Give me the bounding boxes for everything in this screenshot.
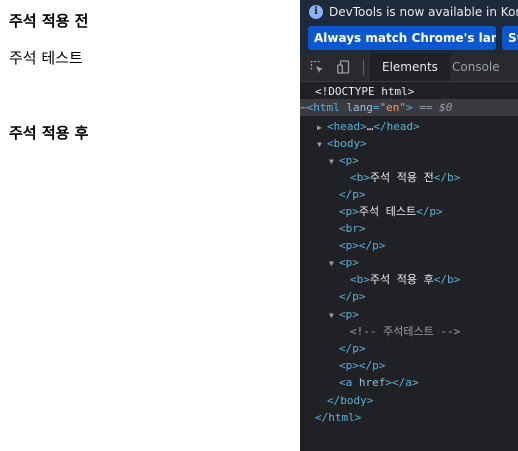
toolbar-divider bbox=[363, 59, 364, 75]
tree-body-close[interactable]: </body> bbox=[327, 392, 518, 409]
tree-p-empty-2[interactable]: <p></p> bbox=[339, 357, 518, 374]
tree-b-2[interactable]: <b>주석 적용 후</b> bbox=[350, 271, 518, 288]
notice-buttons: Always match Chrome's language Sw bbox=[300, 23, 518, 53]
tree-anchor[interactable]: <a href></a> bbox=[339, 374, 518, 391]
heading-before: 주석 적용 전 bbox=[9, 12, 89, 30]
tree-html-close[interactable]: </html> bbox=[315, 409, 518, 426]
tree-p-4-close[interactable]: </p> bbox=[339, 340, 518, 357]
tree-comment[interactable]: <!-- 주석테스트 --> bbox=[350, 323, 518, 340]
collapse-down-icon[interactable]: ▼ bbox=[329, 153, 339, 170]
collapse-down-icon[interactable]: ▼ bbox=[329, 307, 339, 324]
tree-p-2[interactable]: <p>주석 테스트</p> bbox=[339, 203, 518, 220]
tree-doctype[interactable]: <!DOCTYPE html> bbox=[315, 83, 518, 100]
tab-elements[interactable]: Elements bbox=[370, 53, 450, 81]
devtools-tabbar: Elements Console bbox=[300, 53, 518, 82]
tree-br[interactable]: <br> bbox=[339, 220, 518, 237]
info-icon: i bbox=[309, 4, 323, 19]
devtools-panel: i DevTools is now available in Korean! A… bbox=[300, 0, 518, 451]
tree-p-4[interactable]: ▼ <p> bbox=[329, 306, 518, 323]
tree-p-1-close[interactable]: </p> bbox=[339, 186, 518, 203]
match-language-button[interactable]: Always match Chrome's language bbox=[308, 26, 496, 50]
heading-after: 주석 적용 후 bbox=[9, 124, 89, 142]
device-toolbar-icon[interactable] bbox=[337, 60, 351, 74]
expand-right-icon[interactable]: ▶ bbox=[317, 119, 327, 136]
more-icon[interactable]: ⋯ bbox=[300, 101, 307, 114]
tree-p-3-close[interactable]: </p> bbox=[339, 288, 518, 305]
tree-body[interactable]: ▼ <body> bbox=[317, 135, 518, 152]
tree-p-1[interactable]: ▼ <p> bbox=[329, 152, 518, 169]
rendered-page: 주석 적용 전 주석 테스트 주석 적용 후 bbox=[0, 0, 300, 451]
tab-console[interactable]: Console bbox=[440, 53, 512, 81]
collapse-down-icon[interactable]: ▼ bbox=[317, 136, 327, 153]
tree-b-1[interactable]: <b>주석 적용 전</b> bbox=[350, 169, 518, 186]
language-notice: i DevTools is now available in Korean! bbox=[300, 0, 518, 23]
text-line: 주석 테스트 bbox=[9, 49, 83, 67]
tree-head[interactable]: ▶ <head>…</head> bbox=[317, 118, 518, 135]
notice-text: DevTools is now available in Korean! bbox=[329, 4, 518, 19]
switch-language-button[interactable]: Sw bbox=[502, 26, 518, 50]
tree-html[interactable]: ⋯<html lang="en"> == $0 bbox=[300, 99, 518, 116]
dom-tree: <!DOCTYPE html> ⋯<html lang="en"> == $0 … bbox=[300, 81, 518, 451]
inspect-element-icon[interactable] bbox=[310, 60, 324, 74]
tree-p-empty[interactable]: <p></p> bbox=[339, 237, 518, 254]
tree-p-3[interactable]: ▼ <p> bbox=[329, 254, 518, 271]
collapse-down-icon[interactable]: ▼ bbox=[329, 255, 339, 272]
